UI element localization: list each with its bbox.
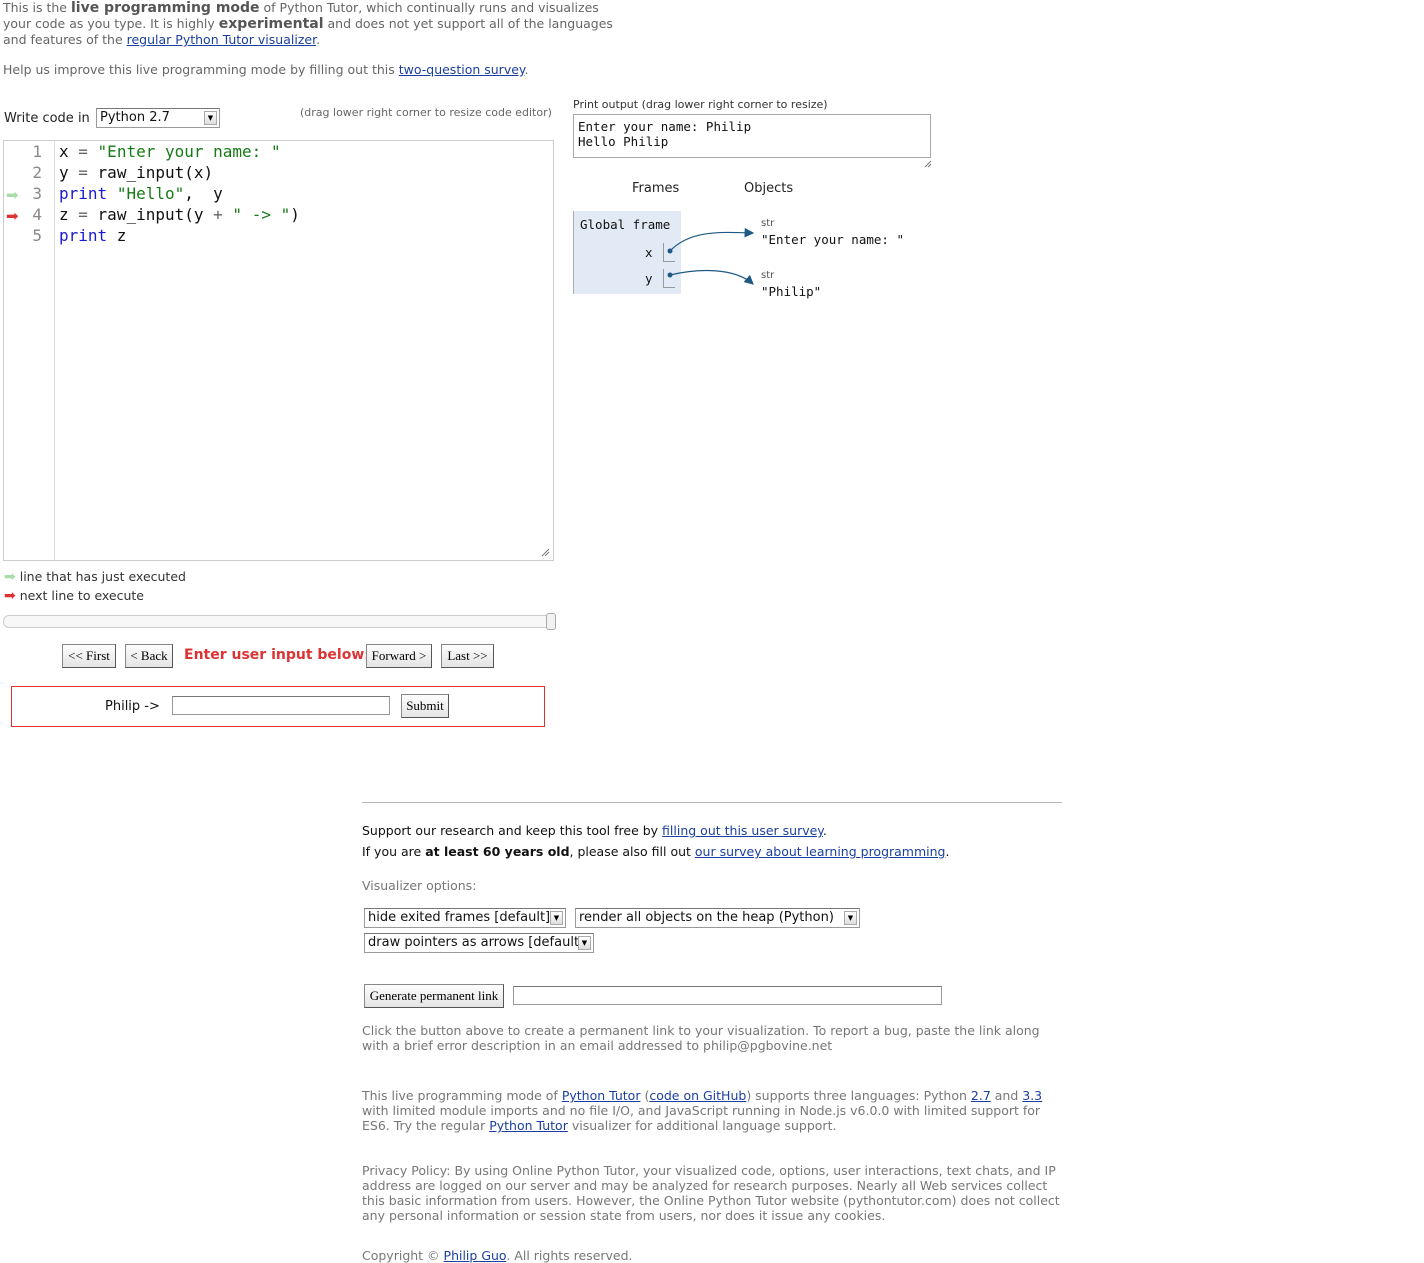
about-text-part: and bbox=[990, 1088, 1023, 1103]
pointers-option-value: draw pointers as arrows [default] bbox=[368, 935, 585, 950]
resize-handle-icon[interactable] bbox=[541, 548, 550, 557]
frames-option-value: hide exited frames [default] bbox=[368, 910, 551, 925]
legend-executed: ➡ line that has just executed bbox=[4, 569, 186, 585]
green-arrow-icon: ➡ bbox=[4, 569, 16, 585]
legend-next: ➡ next line to execute bbox=[4, 588, 144, 604]
permalink-field[interactable] bbox=[513, 986, 942, 1005]
visualizer-options-label: Visualizer options: bbox=[362, 878, 477, 893]
generate-permalink-button[interactable]: Generate permanent link bbox=[364, 984, 504, 1008]
age-text-part: . bbox=[945, 844, 950, 859]
user-input-panel: Philip -> Submit bbox=[11, 686, 545, 727]
copyright: Copyright © Philip Guo. All rights reser… bbox=[362, 1248, 633, 1263]
legend-next-text: next line to execute bbox=[19, 588, 144, 603]
execution-slider[interactable] bbox=[3, 613, 556, 630]
learning-survey-link[interactable]: our survey about learning programming bbox=[695, 844, 946, 859]
support-text-part: . bbox=[822, 823, 827, 838]
about-text: This live programming mode of Python Tut… bbox=[362, 1088, 1062, 1133]
user-input-prompt: Enter user input below: bbox=[184, 647, 370, 663]
python33-link[interactable]: 3.3 bbox=[1022, 1088, 1042, 1103]
red-arrow-icon: ➡ bbox=[4, 588, 16, 604]
support-text: Support our research and keep this tool … bbox=[362, 823, 827, 838]
copyright-text: Copyright © bbox=[362, 1248, 444, 1263]
about-text-part: ) supports three languages: Python bbox=[746, 1088, 971, 1103]
pointer-y-arrow bbox=[669, 269, 754, 285]
heap-option-select[interactable]: render all objects on the heap (Python) … bbox=[575, 908, 860, 928]
forward-button[interactable]: Forward > bbox=[366, 644, 432, 668]
footer-divider bbox=[362, 802, 1062, 803]
bug-report-note: Click the button above to create a perma… bbox=[362, 1023, 1040, 1053]
back-button[interactable]: < Back bbox=[125, 644, 173, 668]
philip-guo-link[interactable]: Philip Guo bbox=[444, 1248, 507, 1263]
about-text-part: ( bbox=[640, 1088, 650, 1103]
heap-option-value: render all objects on the heap (Python) bbox=[579, 910, 834, 925]
user-survey-link[interactable]: filling out this user survey bbox=[662, 823, 823, 838]
frames-option-select[interactable]: hide exited frames [default] ▼ bbox=[364, 908, 566, 928]
python-tutor-link[interactable]: Python Tutor bbox=[562, 1088, 641, 1103]
privacy-policy: Privacy Policy: By using Online Python T… bbox=[362, 1163, 1060, 1223]
copyright-text: . All rights reserved. bbox=[506, 1248, 633, 1263]
regular-python-tutor-link[interactable]: Python Tutor bbox=[489, 1118, 568, 1133]
github-link[interactable]: code on GitHub bbox=[649, 1088, 746, 1103]
age-survey-text: If you are at least 60 years old, please… bbox=[362, 844, 949, 859]
last-button[interactable]: Last >> bbox=[441, 644, 494, 668]
submit-button[interactable]: Submit bbox=[401, 694, 449, 718]
pointer-arrows bbox=[667, 227, 755, 285]
python27-link[interactable]: 2.7 bbox=[971, 1088, 991, 1103]
about-text-part: This live programming mode of bbox=[362, 1088, 562, 1103]
chevron-down-icon: ▼ bbox=[578, 936, 591, 950]
age-text-part: , please also fill out bbox=[569, 844, 695, 859]
chevron-down-icon: ▼ bbox=[550, 911, 563, 925]
support-text-part: Support our research and keep this tool … bbox=[362, 823, 663, 838]
pointer-x-arrow bbox=[669, 227, 755, 252]
user-input-label: Philip -> bbox=[105, 699, 160, 714]
first-button[interactable]: << First bbox=[62, 644, 116, 668]
pointers-option-select[interactable]: draw pointers as arrows [default] ▼ bbox=[364, 933, 594, 953]
chevron-down-icon: ▼ bbox=[844, 911, 857, 925]
legend-executed-text: line that has just executed bbox=[19, 569, 186, 584]
age-text-bold: at least 60 years old bbox=[425, 844, 570, 859]
user-input-field[interactable] bbox=[172, 696, 390, 715]
age-text-part: If you are bbox=[362, 844, 426, 859]
about-text-part: visualizer for additional language suppo… bbox=[567, 1118, 837, 1133]
slider-handle[interactable] bbox=[546, 613, 556, 630]
